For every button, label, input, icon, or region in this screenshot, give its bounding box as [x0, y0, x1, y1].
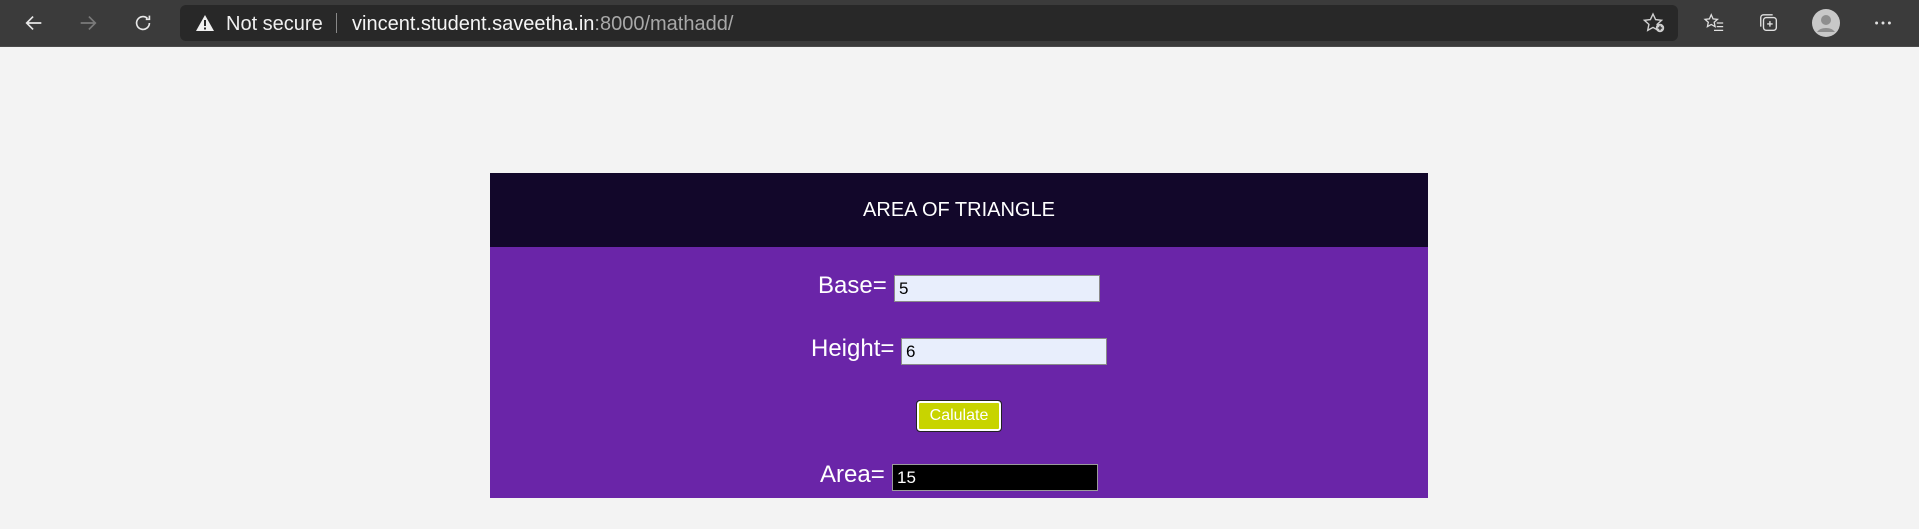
forward-button[interactable] [70, 6, 106, 40]
height-input[interactable] [901, 338, 1107, 365]
refresh-button[interactable] [125, 6, 161, 40]
back-arrow-icon [25, 15, 42, 31]
base-input[interactable] [894, 275, 1100, 302]
profile-button[interactable] [1808, 6, 1844, 40]
refresh-icon [135, 15, 151, 31]
collections-button[interactable] [1751, 6, 1787, 40]
browser-toolbar: Not secure vincent.student.saveetha.in:8… [0, 0, 1919, 47]
calculate-button[interactable]: Calulate [916, 400, 1002, 432]
url-host: vincent.student.saveetha.in [352, 13, 595, 35]
address-bar[interactable]: Not secure vincent.student.saveetha.in:8… [180, 5, 1678, 41]
url-text[interactable]: vincent.student.saveetha.in:8000/mathadd… [352, 13, 733, 36]
collections-icon [1760, 14, 1778, 32]
page-title: AREA OF TRIANGLE [863, 198, 1055, 221]
favorites-icon [1703, 13, 1724, 31]
favorites-button[interactable] [1696, 6, 1732, 40]
profile-icon [1812, 9, 1840, 37]
star-add-icon[interactable] [1642, 12, 1666, 34]
area-label: Area= [820, 461, 885, 488]
area-result-field[interactable] [892, 464, 1098, 491]
panel-header: AREA OF TRIANGLE [490, 173, 1428, 247]
base-label: Base= [818, 272, 887, 299]
height-label: Height= [811, 335, 895, 362]
warning-icon [196, 15, 214, 31]
url-path: :8000/mathadd/ [594, 13, 734, 35]
security-label[interactable]: Not secure [226, 13, 323, 36]
more-icon [1875, 21, 1891, 25]
calculator-form: Base= Height= Calulate Area= [490, 247, 1428, 498]
triangle-area-panel: AREA OF TRIANGLE Base= Height= Calulate … [490, 173, 1428, 498]
address-separator [336, 13, 337, 33]
back-button[interactable] [16, 6, 52, 40]
forward-arrow-icon [80, 15, 97, 31]
settings-menu-button[interactable] [1865, 6, 1901, 40]
